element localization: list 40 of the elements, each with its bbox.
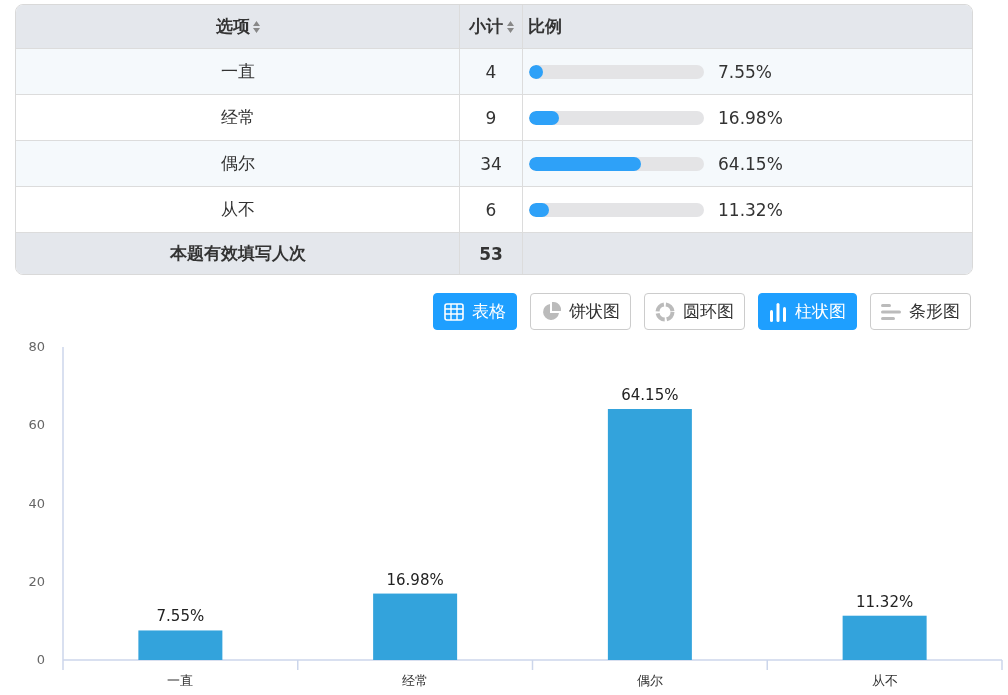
table-cell: 34	[480, 153, 502, 174]
table-cell: 经常	[220, 106, 255, 129]
axis-tick-label: 0	[36, 652, 45, 667]
data-label: 64.15%	[621, 386, 679, 404]
axis-tick-label: 80	[28, 339, 45, 354]
percent-text: 64.15%	[718, 153, 783, 174]
category-label: 从不	[871, 673, 898, 688]
sort-icon[interactable]	[506, 20, 514, 33]
axis-tick-label: 60	[28, 417, 45, 433]
sort-icon[interactable]	[252, 20, 260, 33]
category-label: 一直	[167, 673, 194, 688]
pie-chart-icon	[541, 301, 561, 322]
table-cell: 一直	[220, 60, 255, 83]
table-cell: 偶尔	[220, 152, 255, 175]
column-header: 小计	[468, 15, 503, 38]
donut-chart-icon	[655, 301, 675, 322]
axis-tick-label: 20	[28, 573, 45, 589]
percent-text: 11.32%	[718, 199, 783, 220]
bar-chart-icon	[769, 301, 787, 322]
percent-text: 16.98%	[718, 107, 783, 128]
data-label: 7.55%	[156, 607, 205, 626]
table-cell: 6	[485, 199, 497, 220]
axis-tick-label: 40	[28, 495, 45, 511]
horizontal-bar-icon	[881, 301, 901, 322]
table-cell: 9	[485, 107, 497, 128]
table-icon	[444, 302, 464, 321]
column-header: 比例	[528, 15, 562, 38]
table-cell: 53	[479, 243, 503, 264]
category-label: 偶尔	[636, 673, 663, 688]
category-label: 经常	[402, 673, 429, 688]
table-cell: 本题有效填写人次	[169, 242, 306, 265]
table-cell: 4	[485, 61, 497, 82]
view-button[interactable]: 条形图	[870, 293, 971, 330]
data-label: 16.98%	[386, 570, 444, 589]
data-label: 11.32%	[856, 592, 914, 611]
view-button[interactable]: 圆环图	[644, 293, 745, 330]
column-header: 选项	[215, 15, 250, 38]
percent-text: 7.55%	[718, 61, 772, 82]
table-cell: 从不	[220, 198, 255, 221]
view-button[interactable]: 饼状图	[530, 293, 631, 330]
